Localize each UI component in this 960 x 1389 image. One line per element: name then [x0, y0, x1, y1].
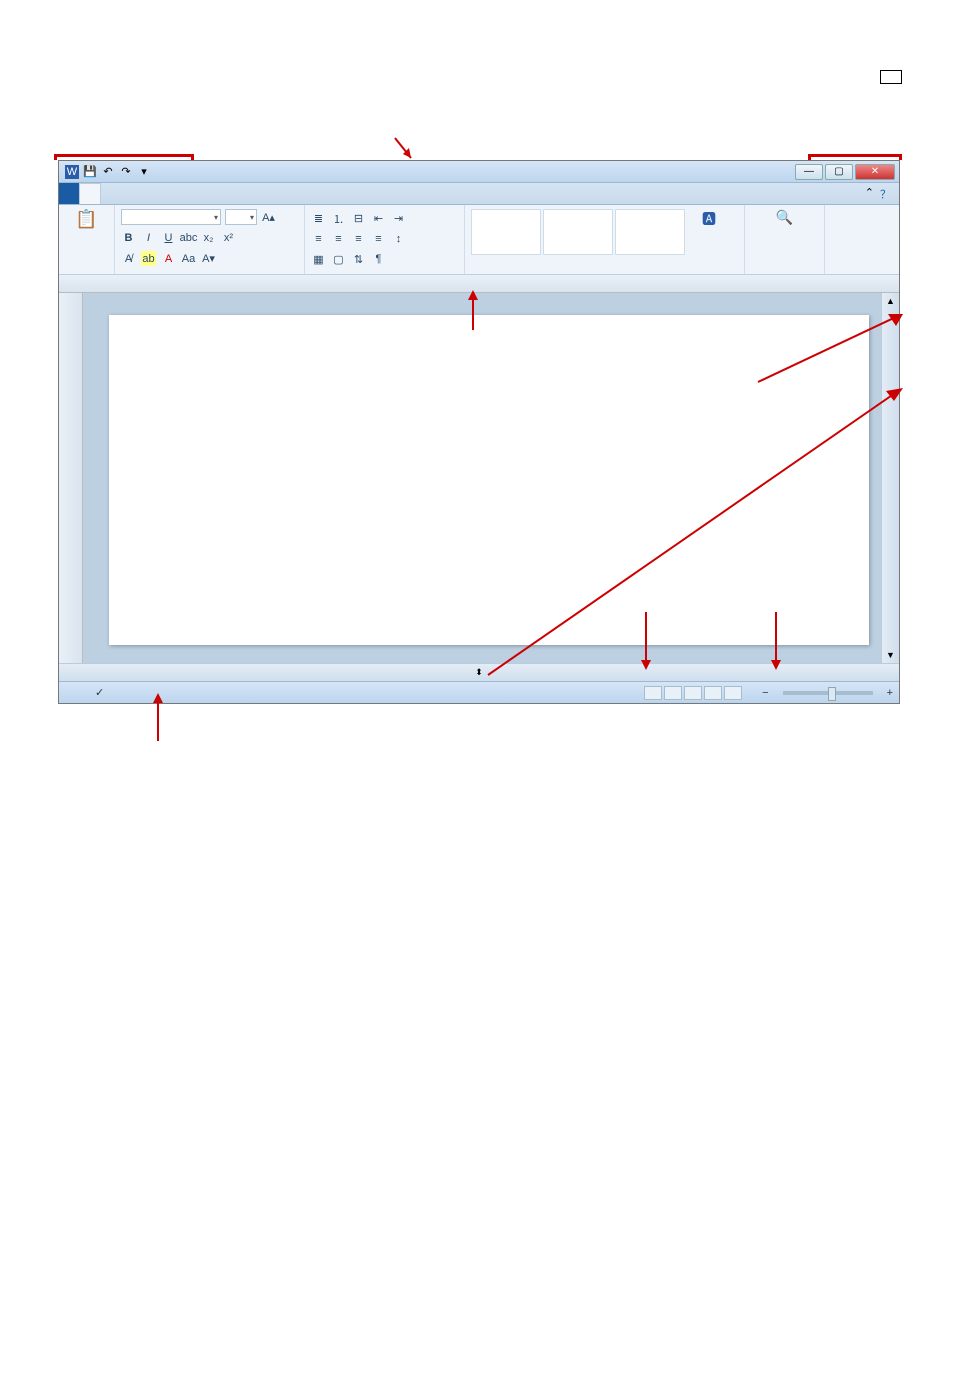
- group-editing: 🔍: [745, 205, 825, 274]
- scroll-down-icon[interactable]: ▼: [882, 647, 899, 663]
- save-icon[interactable]: 💾: [83, 165, 97, 179]
- close-button[interactable]: ✕: [855, 164, 895, 180]
- line-spacing-icon[interactable]: ↕: [391, 231, 406, 246]
- change-styles-icon[interactable]: 🅰: [689, 209, 729, 229]
- minimize-button[interactable]: —: [795, 164, 823, 180]
- group-paragraph: ≣ ⒈ ⊟ ⇤ ⇥ ≡ ≡ ≡ ≡ ↕ ▦ ▢ ⇅ ¶: [305, 205, 465, 274]
- vertical-ruler[interactable]: [59, 293, 83, 663]
- view-outline[interactable]: [704, 686, 722, 700]
- maximize-button[interactable]: ▢: [825, 164, 853, 180]
- numbering-icon[interactable]: ⒈: [331, 211, 346, 226]
- show-marks-icon[interactable]: ¶: [371, 252, 386, 267]
- zoom-out-icon[interactable]: −: [762, 687, 768, 699]
- arrow-tabs-icon: [393, 136, 423, 160]
- tab-postitukset[interactable]: [161, 183, 181, 204]
- tab-sivunasettelu[interactable]: [121, 183, 141, 204]
- style-eivali[interactable]: [543, 209, 613, 255]
- view-draft[interactable]: [724, 686, 742, 700]
- view-print-layout[interactable]: [644, 686, 662, 700]
- vertical-scrollbar[interactable]: ▲ ▼: [881, 293, 899, 663]
- align-center-icon[interactable]: ≡: [331, 231, 346, 246]
- quick-access-toolbar: W 💾 ↶ ↷ ▾: [59, 165, 157, 179]
- justify-icon[interactable]: ≡: [371, 231, 386, 246]
- undo-icon[interactable]: ↶: [101, 165, 115, 179]
- word-window: W 💾 ↶ ↷ ▾ — ▢ ✕ ⌃ ？ 📋: [58, 160, 900, 704]
- indent-dec-icon[interactable]: ⇤: [371, 211, 386, 226]
- superscript-icon[interactable]: x²: [221, 231, 236, 246]
- label-window-controls: [880, 70, 902, 84]
- horizontal-ruler[interactable]: [59, 275, 899, 293]
- zoom-in-icon[interactable]: +: [887, 687, 893, 699]
- strike-icon[interactable]: abc: [181, 231, 196, 246]
- ribbon: 📋 A▴ B I U abc x₂ x² A̸ ab A: [59, 205, 899, 275]
- style-normaali[interactable]: [471, 209, 541, 255]
- subscript-icon[interactable]: x₂: [201, 231, 216, 246]
- minimize-ribbon-icon[interactable]: ⌃: [865, 186, 874, 201]
- change-case-icon[interactable]: Aa: [181, 251, 196, 266]
- font-name-dropdown[interactable]: [121, 209, 221, 225]
- document-page[interactable]: [109, 315, 869, 645]
- status-bar: ✓ − +: [59, 681, 899, 703]
- title-bar: W 💾 ↶ ↷ ▾ — ▢ ✕: [59, 161, 899, 183]
- align-right-icon[interactable]: ≡: [351, 231, 366, 246]
- underline-icon[interactable]: U: [161, 231, 176, 246]
- shrink-font-icon[interactable]: A▾: [201, 251, 216, 266]
- view-buttons: [644, 686, 742, 700]
- ribbon-tabs: ⌃ ？: [59, 183, 899, 205]
- shading-icon[interactable]: ▦: [311, 252, 326, 267]
- ribbon-help: ⌃ ？: [857, 183, 899, 204]
- view-fullscreen[interactable]: [664, 686, 682, 700]
- tab-aloitus[interactable]: [79, 183, 101, 204]
- tab-tiedosto[interactable]: [59, 183, 79, 204]
- paste-icon[interactable]: 📋: [65, 209, 108, 230]
- tab-apuohjelmat[interactable]: [221, 183, 241, 204]
- horizontal-scrollbar[interactable]: ⬍: [59, 663, 899, 681]
- indent-inc-icon[interactable]: ⇥: [391, 211, 406, 226]
- align-left-icon[interactable]: ≡: [311, 231, 326, 246]
- font-color-icon[interactable]: A: [161, 251, 176, 266]
- view-web[interactable]: [684, 686, 702, 700]
- scroll-up-icon[interactable]: ▲: [882, 293, 899, 309]
- tab-lisaa[interactable]: [101, 183, 121, 204]
- tab-tarkista[interactable]: [181, 183, 201, 204]
- redo-icon[interactable]: ↷: [119, 165, 133, 179]
- bullets-icon[interactable]: ≣: [311, 211, 326, 226]
- tab-nayta[interactable]: [201, 183, 221, 204]
- proofing-icon[interactable]: ✓: [95, 686, 104, 699]
- word-icon: W: [65, 165, 79, 179]
- bold-icon[interactable]: B: [121, 231, 136, 246]
- tab-viittaukset[interactable]: [141, 183, 161, 204]
- clear-format-icon[interactable]: A̸: [121, 251, 136, 266]
- sort-icon[interactable]: ⇅: [351, 252, 366, 267]
- group-clipboard: 📋: [59, 205, 115, 274]
- find-icon[interactable]: 🔍: [751, 209, 818, 226]
- group-styles: 🅰: [465, 205, 745, 274]
- help-icon[interactable]: ？: [880, 186, 891, 201]
- italic-icon[interactable]: I: [141, 231, 156, 246]
- font-size-dropdown[interactable]: [225, 209, 257, 225]
- highlight-icon[interactable]: ab: [141, 251, 156, 266]
- borders-icon[interactable]: ▢: [331, 252, 346, 267]
- qat-dropdown-icon[interactable]: ▾: [137, 165, 151, 179]
- editor-area: ▲ ▼: [59, 293, 899, 663]
- group-font: A▴ B I U abc x₂ x² A̸ ab A Aa A▾: [115, 205, 305, 274]
- zoom-slider[interactable]: [783, 691, 873, 695]
- style-otsikko1[interactable]: [615, 209, 685, 255]
- grow-font-icon[interactable]: A▴: [261, 210, 276, 225]
- multilevel-icon[interactable]: ⊟: [351, 211, 366, 226]
